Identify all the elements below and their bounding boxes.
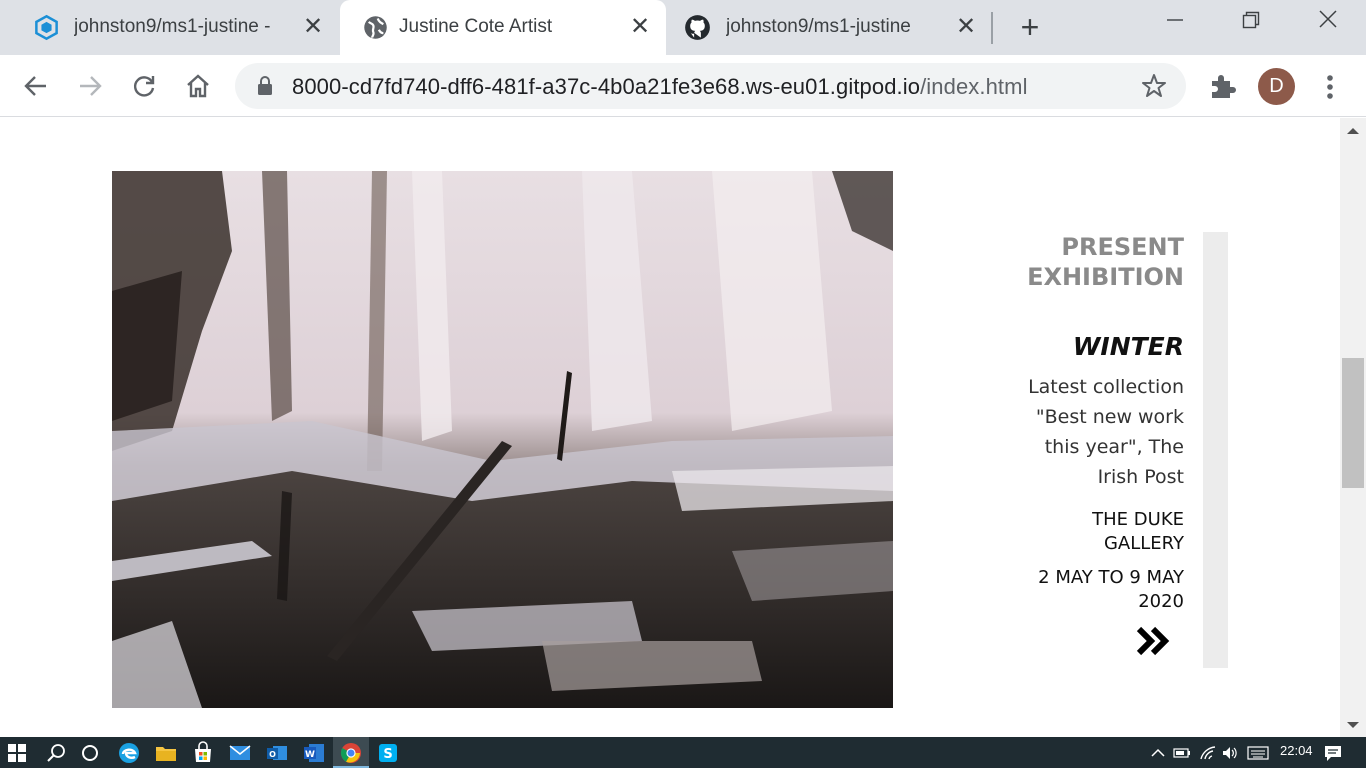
- heading-line: EXHIBITION: [1027, 263, 1184, 291]
- svg-text:W: W: [305, 750, 315, 760]
- lock-icon[interactable]: [257, 75, 273, 97]
- exhibition-venue: THE DUKE GALLERY: [1000, 508, 1184, 556]
- venue-line: GALLERY: [1103, 533, 1184, 554]
- tab-title: johnston9/ms1-justine: [726, 16, 911, 37]
- heading-line: PRESENT: [1061, 233, 1184, 261]
- venue-line: THE DUKE: [1092, 509, 1184, 530]
- scrollbar-thumb[interactable]: [1342, 358, 1364, 488]
- kebab-menu-icon[interactable]: [1317, 71, 1343, 103]
- close-tab-icon[interactable]: ✕: [627, 14, 653, 40]
- minimize-icon[interactable]: [1155, 8, 1195, 40]
- profile-avatar[interactable]: D: [1258, 68, 1295, 105]
- dates-line: 2 MAY TO 9 MAY: [1038, 567, 1184, 588]
- wifi-icon[interactable]: [1199, 745, 1217, 761]
- close-tab-icon[interactable]: ✕: [300, 14, 326, 40]
- double-chevron-right-icon[interactable]: [1136, 626, 1170, 656]
- address-bar[interactable]: 8000-cd7fd740-dff6-481f-a37c-4b0a21fe3e6…: [235, 63, 1186, 109]
- exhibition-description: Latest collection "Best new work this ye…: [1000, 372, 1184, 492]
- forward-icon[interactable]: [73, 69, 107, 103]
- present-exhibition-panel: PRESENT EXHIBITION WINTER Latest collect…: [1000, 232, 1184, 661]
- close-window-icon[interactable]: [1308, 8, 1348, 40]
- scroll-up-arrow-icon[interactable]: [1346, 124, 1360, 138]
- dates-line: 2020: [1138, 591, 1184, 612]
- notifications-icon[interactable]: [1324, 744, 1342, 762]
- tab-title: johnston9/ms1-justine -: [74, 16, 271, 37]
- back-icon[interactable]: [19, 69, 53, 103]
- description-line: Latest collection: [1028, 376, 1184, 398]
- extensions-puzzle-icon[interactable]: [1207, 70, 1239, 102]
- svg-text:S: S: [383, 747, 392, 762]
- search-icon[interactable]: [44, 741, 68, 765]
- scroll-down-arrow-icon[interactable]: [1346, 718, 1360, 732]
- battery-icon[interactable]: [1173, 745, 1191, 761]
- keyboard-icon[interactable]: [1247, 745, 1269, 761]
- tray-chevron-up-icon[interactable]: [1150, 745, 1166, 761]
- exhibition-dates: 2 MAY TO 9 MAY 2020: [1000, 566, 1184, 614]
- chrome-icon[interactable]: [339, 741, 363, 765]
- tab-title: Justine Cote Artist: [399, 16, 553, 37]
- store-icon[interactable]: [191, 741, 215, 765]
- tab-separator: [991, 12, 993, 44]
- browser-toolbar: 8000-cd7fd740-dff6-481f-a37c-4b0a21fe3e6…: [0, 55, 1366, 117]
- page-scrollbar[interactable]: [1340, 118, 1366, 737]
- clock[interactable]: 22:04: [1280, 743, 1313, 758]
- exhibition-heading: PRESENT EXHIBITION: [1000, 232, 1184, 292]
- word-icon[interactable]: W: [302, 741, 326, 765]
- windows-start-icon[interactable]: [8, 744, 26, 762]
- tab-github[interactable]: johnston9/ms1-justine ✕: [666, 0, 992, 55]
- browser-tab-strip: johnston9/ms1-justine - ✕ Justine Cote A…: [0, 0, 1366, 55]
- cortana-icon[interactable]: [78, 741, 102, 765]
- reload-icon[interactable]: [127, 69, 161, 103]
- description-line: "Best new work: [1035, 406, 1184, 428]
- abstract-painting-image: [112, 171, 893, 708]
- new-tab-button[interactable]: +: [1014, 11, 1046, 44]
- mail-icon[interactable]: [228, 741, 252, 765]
- gitpod-icon: [35, 14, 58, 41]
- exhibition-title: WINTER: [1072, 332, 1184, 361]
- restore-icon[interactable]: [1231, 8, 1271, 40]
- volume-icon[interactable]: [1221, 745, 1239, 761]
- description-line: this year", The: [1044, 436, 1184, 458]
- svg-text:O: O: [269, 750, 276, 759]
- close-tab-icon[interactable]: ✕: [953, 14, 979, 40]
- page-viewport: PRESENT EXHIBITION WINTER Latest collect…: [0, 118, 1340, 737]
- url-path: /index.html: [920, 74, 1028, 99]
- home-icon[interactable]: [181, 69, 215, 103]
- bookmark-star-icon[interactable]: [1141, 73, 1167, 99]
- globe-icon: [364, 16, 387, 39]
- skype-icon[interactable]: S: [376, 741, 400, 765]
- outlook-icon[interactable]: O: [265, 741, 289, 765]
- tab-justine-cote-artist[interactable]: Justine Cote Artist ✕: [340, 0, 666, 55]
- url-host: 8000-cd7fd740-dff6-481f-a37c-4b0a21fe3e6…: [292, 74, 921, 99]
- windows-taskbar: O W S 22:04: [0, 737, 1366, 768]
- exhibition-accent-bar: [1203, 232, 1228, 668]
- file-explorer-icon[interactable]: [154, 741, 178, 765]
- description-line: Irish Post: [1097, 466, 1184, 488]
- github-icon: [685, 15, 710, 40]
- tab-gitpod[interactable]: johnston9/ms1-justine - ✕: [0, 0, 340, 55]
- edge-icon[interactable]: [117, 741, 141, 765]
- url-text[interactable]: 8000-cd7fd740-dff6-481f-a37c-4b0a21fe3e6…: [292, 74, 1028, 100]
